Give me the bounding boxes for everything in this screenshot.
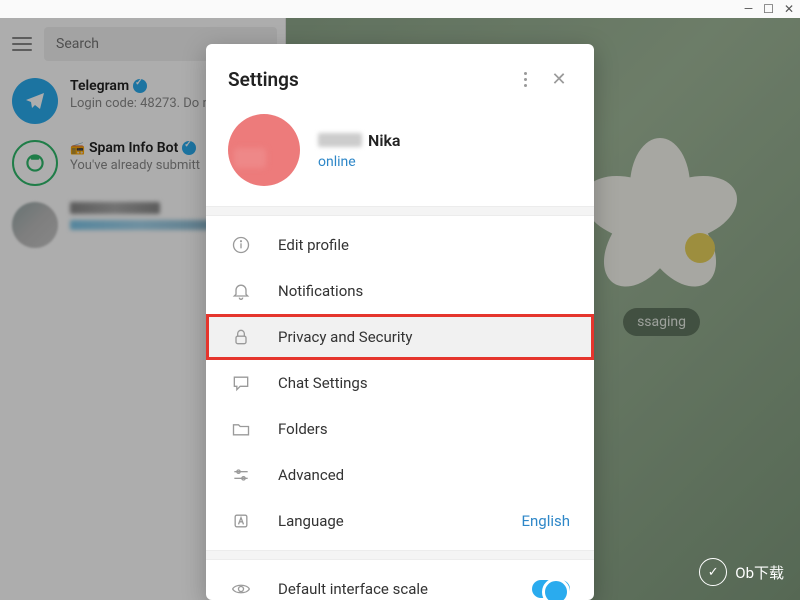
sliders-icon bbox=[230, 464, 252, 486]
menu-advanced[interactable]: Advanced bbox=[206, 452, 594, 498]
settings-modal: Settings ✕ Nika online Edit profile Noti… bbox=[206, 44, 594, 600]
profile-avatar[interactable] bbox=[228, 114, 300, 186]
window-minimize[interactable]: — bbox=[744, 2, 753, 16]
window-close[interactable]: ✕ bbox=[784, 2, 794, 16]
close-icon[interactable]: ✕ bbox=[542, 62, 576, 96]
menu-interface-scale[interactable]: Default interface scale bbox=[206, 566, 594, 600]
menu-chat-settings[interactable]: Chat Settings bbox=[206, 360, 594, 406]
menu-privacy-security[interactable]: Privacy and Security bbox=[206, 314, 594, 360]
profile-name: Nika bbox=[318, 131, 401, 150]
language-value: English bbox=[521, 512, 570, 530]
menu-edit-profile[interactable]: Edit profile bbox=[206, 222, 594, 268]
settings-title: Settings bbox=[228, 68, 508, 91]
menu-language[interactable]: Language English bbox=[206, 498, 594, 544]
menu-notifications[interactable]: Notifications bbox=[206, 268, 594, 314]
window-maximize[interactable]: ☐ bbox=[763, 2, 774, 16]
lock-icon bbox=[230, 326, 252, 348]
more-icon[interactable] bbox=[508, 62, 542, 96]
chat-icon bbox=[230, 372, 252, 394]
watermark: ✓ Ob下载 bbox=[699, 558, 784, 586]
profile-status: online bbox=[318, 154, 401, 170]
eye-icon bbox=[230, 578, 252, 600]
bell-icon bbox=[230, 280, 252, 302]
language-icon bbox=[230, 510, 252, 532]
menu-folders[interactable]: Folders bbox=[206, 406, 594, 452]
profile-section: Nika online bbox=[206, 110, 594, 206]
window-titlebar: — ☐ ✕ bbox=[0, 0, 800, 18]
folder-icon bbox=[230, 418, 252, 440]
info-icon bbox=[230, 234, 252, 256]
scale-toggle[interactable] bbox=[532, 580, 570, 598]
